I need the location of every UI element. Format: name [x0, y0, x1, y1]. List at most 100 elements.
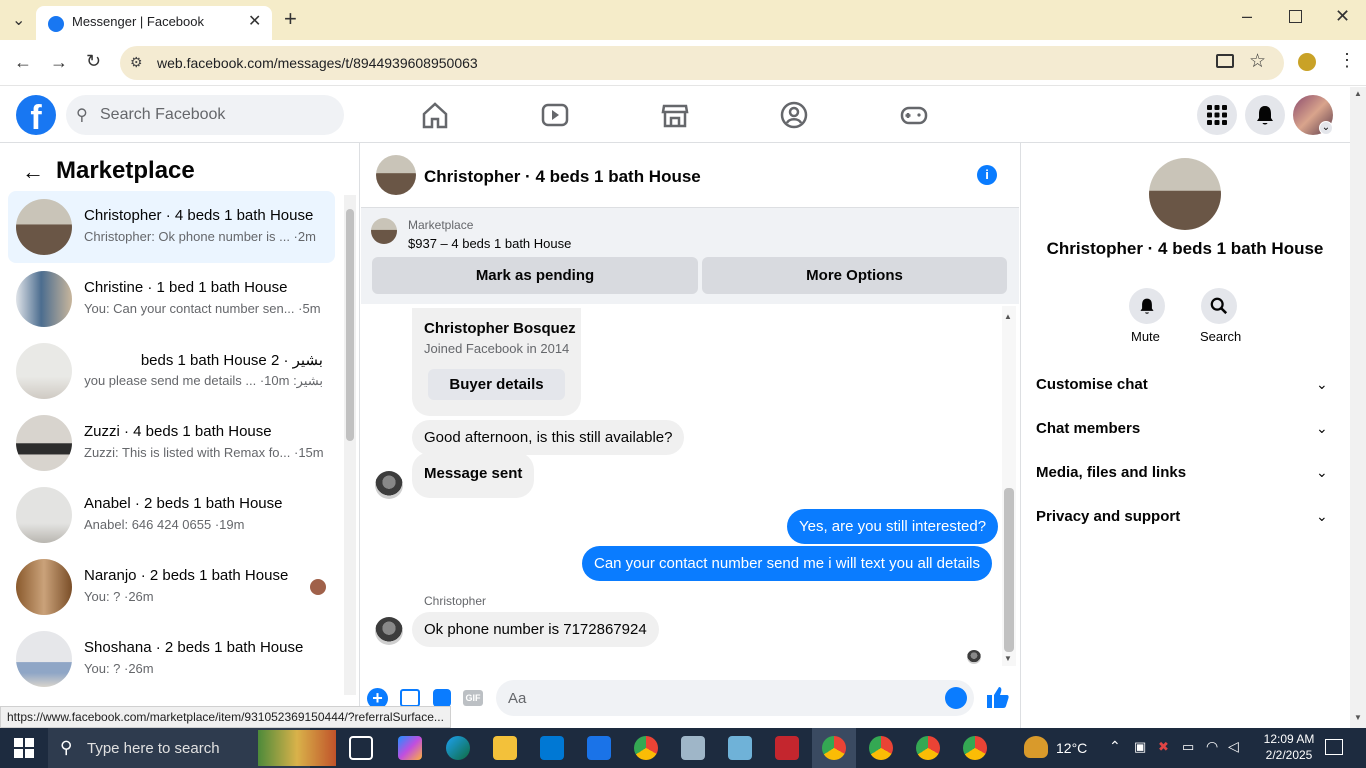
- install-app-icon[interactable]: [1216, 54, 1234, 68]
- mark-as-pending-button[interactable]: Mark as pending: [372, 257, 698, 294]
- browser-tab[interactable]: Messenger | Facebook ✕: [36, 6, 272, 40]
- wifi-icon[interactable]: ◠: [1206, 738, 1218, 755]
- chrome-icon[interactable]: [634, 736, 658, 760]
- tray-chevron-icon[interactable]: ⌃: [1109, 738, 1121, 755]
- tab-close-icon[interactable]: ✕: [248, 11, 261, 31]
- window-close-icon[interactable]: ✕: [1335, 6, 1350, 27]
- sticker-icon[interactable]: [433, 689, 451, 707]
- address-bar[interactable]: ⚙ web.facebook.com/messages/t/8944939608…: [120, 46, 1284, 80]
- info-icon[interactable]: i: [977, 165, 997, 185]
- chrome-icon[interactable]: [916, 736, 940, 760]
- sender-avatar[interactable]: [375, 471, 403, 499]
- customise-chat-section[interactable]: Customise chat: [1036, 376, 1148, 393]
- back-arrow-icon[interactable]: ←: [22, 159, 44, 185]
- battery-icon[interactable]: ▭: [1182, 739, 1194, 755]
- gaming-icon[interactable]: [897, 98, 931, 132]
- buyer-details-button[interactable]: Buyer details: [428, 369, 565, 400]
- chat-title[interactable]: Christopher · 4 beds 1 bath House: [424, 167, 701, 187]
- facebook-logo-icon[interactable]: f: [16, 95, 56, 137]
- home-icon[interactable]: [418, 98, 452, 132]
- weather-temp[interactable]: 12°C: [1056, 740, 1087, 756]
- notepad-icon[interactable]: [728, 736, 752, 760]
- windows-start-icon[interactable]: [14, 738, 34, 758]
- chevron-down-icon[interactable]: ⌄: [1316, 464, 1328, 481]
- menu-grid-icon[interactable]: [1197, 95, 1237, 135]
- account-chevron-icon[interactable]: ⌄: [1319, 121, 1333, 135]
- profile-icon[interactable]: [1298, 53, 1316, 71]
- scroll-up-icon[interactable]: ▲: [1004, 312, 1012, 321]
- recorder-icon[interactable]: [775, 736, 799, 760]
- clock-time[interactable]: 12:09 AM: [1258, 732, 1320, 746]
- facebook-search-box[interactable]: ⚲ Search Facebook: [66, 95, 344, 135]
- conversation-item[interactable]: Christopher · 4 beds 1 bath House Christ…: [8, 191, 335, 263]
- tab-search-chevron-icon[interactable]: ⌄: [12, 10, 25, 30]
- page-scroll-up-icon[interactable]: ▲: [1354, 89, 1362, 98]
- like-thumb-icon[interactable]: [984, 684, 1010, 710]
- chat-scroll-thumb[interactable]: [1004, 488, 1014, 652]
- back-icon[interactable]: ←: [14, 52, 32, 73]
- scroll-down-icon[interactable]: ▼: [1004, 654, 1012, 663]
- file-explorer-icon[interactable]: [493, 736, 517, 760]
- marketplace-icon[interactable]: [658, 98, 692, 132]
- photo-icon[interactable]: [400, 689, 420, 707]
- message-bubble[interactable]: Good afternoon, is this still available?: [412, 420, 685, 455]
- conversation-item[interactable]: Shoshana · 2 beds 1 bath House You: ? ·2…: [8, 623, 335, 695]
- mail-icon[interactable]: [587, 736, 611, 760]
- conversation-item[interactable]: بشير · 2 beds 1 bath House بشير: you ple…: [8, 335, 335, 407]
- restore-icon[interactable]: [1289, 10, 1302, 23]
- task-view-icon[interactable]: [349, 736, 373, 760]
- notification-center-icon[interactable]: [1325, 739, 1343, 755]
- page-scroll-down-icon[interactable]: ▼: [1354, 713, 1362, 722]
- message-input[interactable]: Aa: [496, 680, 974, 716]
- copilot-icon[interactable]: [398, 736, 422, 760]
- emoji-icon[interactable]: [945, 687, 967, 709]
- browser-menu-icon[interactable]: ⋮: [1338, 50, 1356, 71]
- volume-icon[interactable]: ◁: [1228, 738, 1239, 755]
- minimize-icon[interactable]: –: [1242, 6, 1252, 27]
- sender-avatar[interactable]: [375, 617, 403, 645]
- groups-icon[interactable]: [777, 98, 811, 132]
- gif-icon[interactable]: GIF: [463, 690, 483, 706]
- new-tab-icon[interactable]: +: [284, 6, 297, 32]
- chevron-down-icon[interactable]: ⌄: [1316, 376, 1328, 393]
- chrome-icon[interactable]: [869, 736, 893, 760]
- conversation-item[interactable]: Zuzzi · 4 beds 1 bath House Zuzzi: This …: [8, 407, 335, 479]
- search-chat-icon[interactable]: [1201, 288, 1237, 324]
- meet-icon[interactable]: ▣: [1134, 739, 1146, 755]
- chevron-down-icon[interactable]: ⌄: [1316, 508, 1328, 525]
- forward-icon[interactable]: →: [50, 52, 68, 73]
- reload-icon[interactable]: ↻: [86, 51, 101, 72]
- weather-icon[interactable]: [1024, 736, 1048, 758]
- conversation-item[interactable]: Anabel · 2 beds 1 bath House Anabel: 646…: [8, 479, 335, 551]
- notifications-bell-icon[interactable]: [1245, 95, 1285, 135]
- chat-scrollbar[interactable]: ▲ ▼: [1002, 306, 1016, 666]
- site-info-icon[interactable]: ⚙: [130, 54, 143, 71]
- conversation-item[interactable]: Naranjo · 2 beds 1 bath House You: ? ·26…: [8, 551, 335, 623]
- sidebar-scroll-thumb[interactable]: [346, 209, 354, 441]
- media-files-links-section[interactable]: Media, files and links: [1036, 464, 1186, 481]
- message-bubble[interactable]: Ok phone number is 7172867924: [412, 612, 659, 647]
- chat-avatar[interactable]: [376, 155, 416, 195]
- conversation-item[interactable]: Christine · 1 bed 1 bath House You: Can …: [8, 263, 335, 335]
- video-icon[interactable]: [538, 98, 572, 132]
- edge-icon[interactable]: [446, 736, 470, 760]
- app-icon[interactable]: [681, 736, 705, 760]
- listing-thumbnail[interactable]: [371, 218, 397, 244]
- chrome-icon[interactable]: [822, 736, 846, 760]
- info-avatar[interactable]: [1149, 158, 1221, 230]
- message-bubble-outgoing[interactable]: Yes, are you still interested?: [787, 509, 999, 544]
- message-bubble[interactable]: Message sent: [412, 452, 535, 498]
- privacy-support-section[interactable]: Privacy and support: [1036, 508, 1180, 525]
- more-options-button[interactable]: More Options: [702, 257, 1007, 294]
- store-icon[interactable]: [540, 736, 564, 760]
- mute-bell-icon[interactable]: [1129, 288, 1165, 324]
- chrome-icon[interactable]: [963, 736, 987, 760]
- bookmark-star-icon[interactable]: ☆: [1249, 50, 1266, 73]
- page-scrollbar[interactable]: ▲ ▼: [1350, 87, 1366, 728]
- sidebar-scrollbar[interactable]: [344, 195, 356, 695]
- message-bubble-outgoing[interactable]: Can your contact number send me i will t…: [582, 546, 993, 581]
- security-icon[interactable]: ✖: [1158, 739, 1169, 755]
- chat-members-section[interactable]: Chat members: [1036, 420, 1140, 437]
- chevron-down-icon[interactable]: ⌄: [1316, 420, 1328, 437]
- banner-item[interactable]: $937 – 4 beds 1 bath House: [408, 236, 571, 251]
